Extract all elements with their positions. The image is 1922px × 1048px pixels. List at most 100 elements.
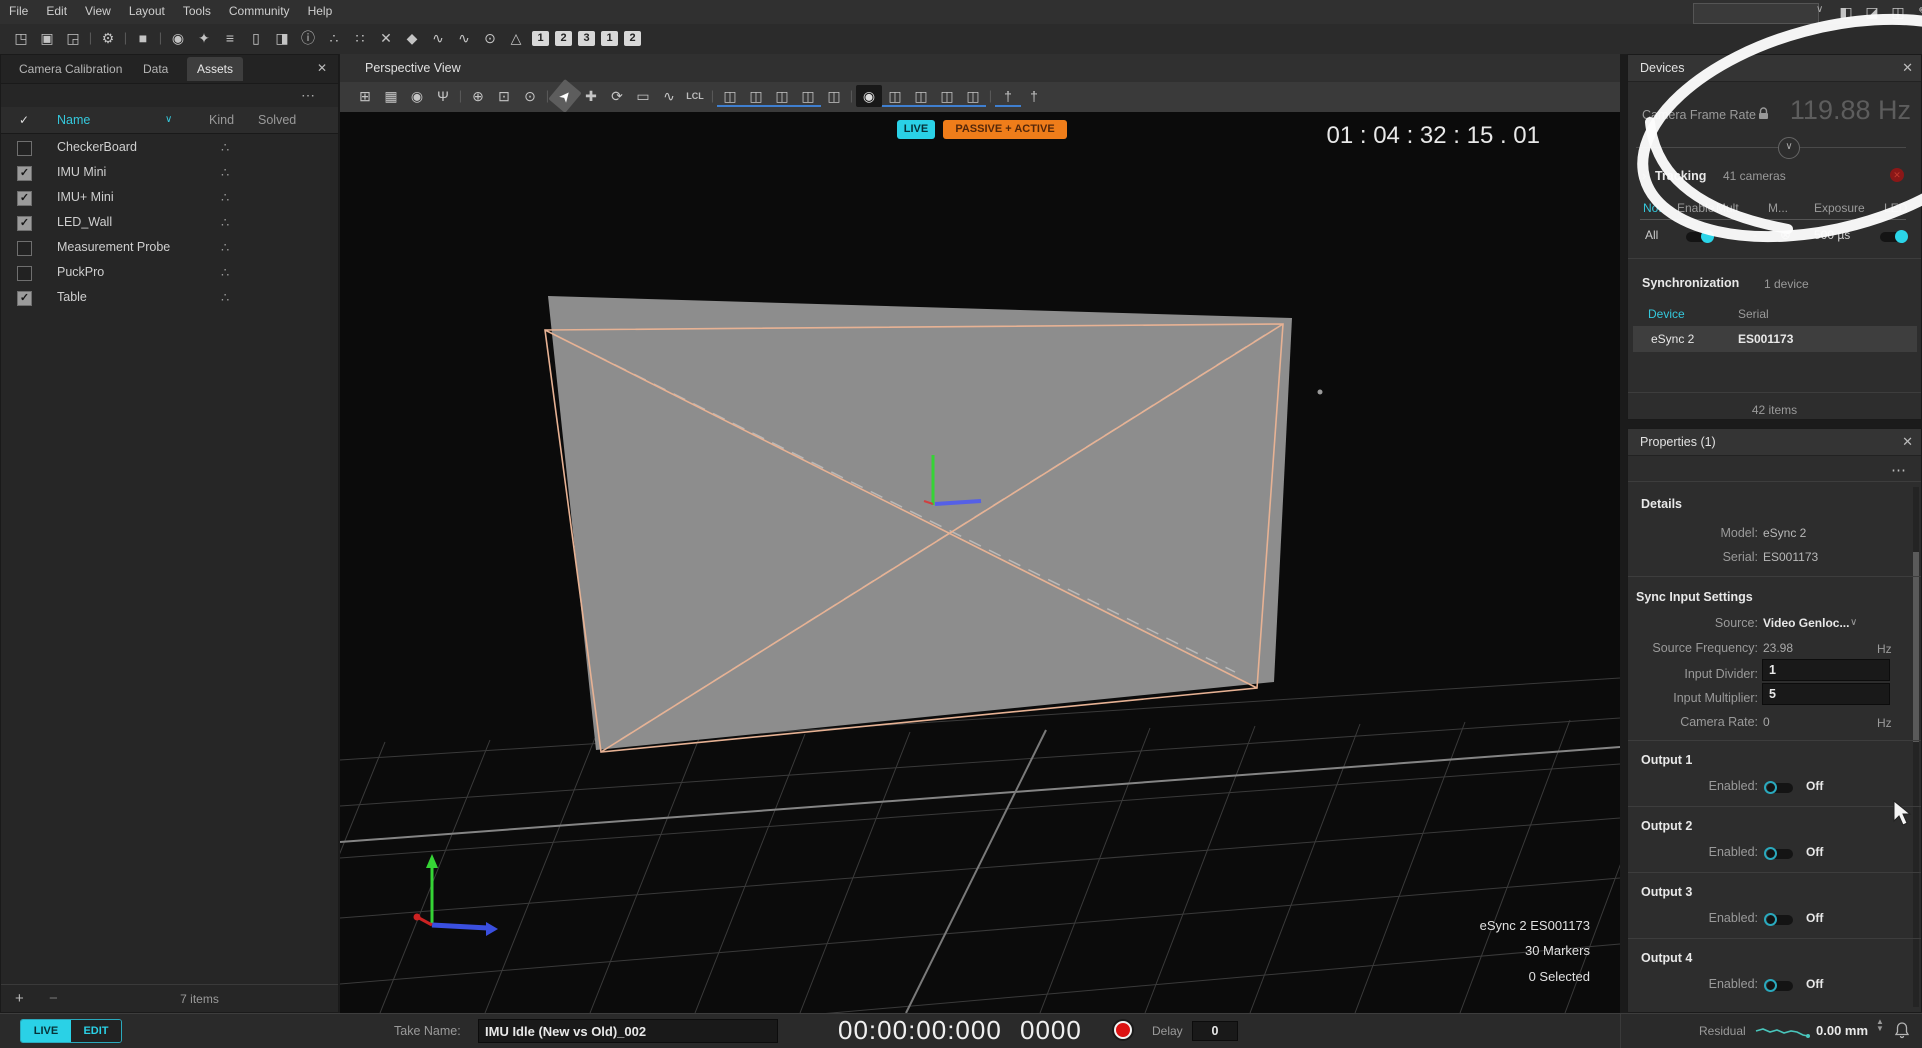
- local-coords-button[interactable]: LCL: [682, 85, 708, 107]
- asset-row[interactable]: ✓ Table ∴: [1, 285, 339, 310]
- properties-close-icon[interactable]: ✕: [1902, 434, 1913, 450]
- mode-reset-icon[interactable]: ⊗: [1780, 227, 1791, 243]
- quick-layout-combo[interactable]: [1693, 3, 1819, 24]
- source-value[interactable]: Video Genloc...: [1763, 616, 1849, 630]
- name-sort-icon[interactable]: ∨: [165, 107, 172, 133]
- add-asset-button[interactable]: +: [15, 985, 24, 1013]
- broadcast-icon[interactable]: ⊙: [477, 27, 503, 49]
- menu-community[interactable]: Community: [220, 0, 299, 18]
- asset-checkbox[interactable]: [17, 141, 32, 156]
- input-divider-field[interactable]: [1762, 659, 1890, 681]
- output-2-toggle[interactable]: [1767, 849, 1793, 859]
- media-icon[interactable]: ◨: [269, 27, 295, 49]
- trash-icon[interactable]: ▯: [243, 27, 269, 49]
- save-as-icon[interactable]: ◲: [60, 27, 86, 49]
- col-exposure[interactable]: Exposure: [1814, 201, 1865, 215]
- asset-checkbox[interactable]: [17, 266, 32, 281]
- menu-file[interactable]: File: [0, 0, 37, 18]
- tab-assets[interactable]: Assets: [187, 57, 243, 81]
- zoom-region-icon[interactable]: ⊙: [517, 85, 543, 107]
- camera-overlay-3-icon[interactable]: ◫: [769, 85, 795, 107]
- edit-mode-button[interactable]: EDIT: [71, 1020, 121, 1042]
- menu-edit[interactable]: Edit: [37, 0, 76, 18]
- scale-tool-icon[interactable]: ▭: [630, 85, 656, 107]
- led-all-toggle[interactable]: [1880, 232, 1906, 242]
- menu-tools[interactable]: Tools: [174, 0, 220, 18]
- synchronization-label[interactable]: Synchronization: [1642, 276, 1739, 290]
- tracking-label[interactable]: Tracking: [1655, 169, 1706, 183]
- properties-scrollbar[interactable]: [1913, 487, 1919, 1007]
- live-edit-toggle[interactable]: LIVE EDIT: [20, 1019, 122, 1043]
- camera-layout-2-button[interactable]: 2: [624, 31, 641, 46]
- rigid-body-icon[interactable]: ∴: [321, 27, 347, 49]
- markers-icon[interactable]: ∷: [347, 27, 373, 49]
- split-view-icon[interactable]: Ψ: [430, 85, 456, 107]
- camera-icon[interactable]: ◉: [165, 27, 191, 49]
- col-no[interactable]: No.: [1643, 201, 1662, 215]
- camera-overlay-5-icon[interactable]: ◫: [821, 85, 847, 107]
- output-1-toggle[interactable]: [1767, 783, 1793, 793]
- graph-1-icon[interactable]: ∿: [425, 27, 451, 49]
- zoom-fit-icon[interactable]: ⊕: [465, 85, 491, 107]
- translate-tool-icon[interactable]: ✚: [578, 85, 604, 107]
- scrollbar-thumb[interactable]: [1913, 552, 1919, 742]
- asset-checkbox[interactable]: ✓: [17, 216, 32, 231]
- delay-input[interactable]: [1192, 1021, 1238, 1041]
- visual-aid-2-icon[interactable]: ◫: [908, 85, 934, 107]
- asset-row[interactable]: Measurement Probe ∴: [1, 235, 339, 260]
- devices-close-icon[interactable]: ✕: [1902, 60, 1913, 76]
- remove-asset-button[interactable]: −: [49, 985, 58, 1013]
- grid-layout-icon[interactable]: ⊞: [352, 85, 378, 107]
- settings-icon[interactable]: ⚙: [95, 27, 121, 49]
- menu-view[interactable]: View: [76, 0, 120, 18]
- col-serial[interactable]: Serial: [1738, 307, 1769, 321]
- col-mode[interactable]: M...: [1768, 201, 1788, 215]
- layers-icon[interactable]: ≡: [217, 27, 243, 49]
- asset-row[interactable]: ✓ LED_Wall ∴: [1, 210, 339, 235]
- asset-row[interactable]: PuckPro ∴: [1, 260, 339, 285]
- asset-row[interactable]: CheckerBoard ∴: [1, 135, 339, 160]
- frame-rate-expander-button[interactable]: ∨: [1778, 137, 1800, 159]
- panel-close-icon[interactable]: ✕: [317, 61, 327, 75]
- asset-checkbox[interactable]: ✓: [17, 166, 32, 181]
- camera-overlay-2-icon[interactable]: ◫: [743, 85, 769, 107]
- asset-checkbox[interactable]: ✓: [17, 191, 32, 206]
- graph-2-icon[interactable]: ∿: [451, 27, 477, 49]
- panel-menu-icon[interactable]: ⋯: [301, 87, 316, 104]
- camera-overlay-1-icon[interactable]: ◫: [717, 85, 743, 107]
- wand-icon[interactable]: ✦: [191, 27, 217, 49]
- panel-list-icon[interactable]: ◧: [1833, 1, 1859, 23]
- layout-3-button[interactable]: 3: [578, 31, 595, 46]
- take-name-input[interactable]: [478, 1019, 778, 1043]
- output-3-toggle[interactable]: [1767, 915, 1793, 925]
- column-solved[interactable]: Solved: [258, 107, 296, 133]
- camera-overlay-4-icon[interactable]: ◫: [795, 85, 821, 107]
- col-led[interactable]: LED: [1884, 201, 1907, 215]
- eye-visibility-icon[interactable]: ◉: [856, 85, 882, 107]
- menu-help[interactable]: Help: [299, 0, 342, 18]
- tools-icon[interactable]: ✕: [373, 27, 399, 49]
- asset-row[interactable]: ✓ IMU Mini ∴: [1, 160, 339, 185]
- column-name[interactable]: Name: [57, 107, 90, 133]
- tag-icon[interactable]: ◆: [399, 27, 425, 49]
- col-device[interactable]: Device: [1648, 307, 1685, 321]
- tracking-chevron-icon[interactable]: ›: [1642, 168, 1646, 183]
- zoom-selection-icon[interactable]: ⊡: [491, 85, 517, 107]
- tab-camera-calibration[interactable]: Camera Calibration: [9, 57, 132, 81]
- exposure-all-value[interactable]: 500 µs: [1814, 228, 1850, 242]
- output-4-toggle[interactable]: [1767, 981, 1793, 991]
- skeleton-1-icon[interactable]: †: [995, 85, 1021, 107]
- layout-2-button[interactable]: 2: [555, 31, 572, 46]
- visual-aid-1-icon[interactable]: ◫: [882, 85, 908, 107]
- sync-device-row[interactable]: eSync 2 ES001173: [1633, 326, 1917, 352]
- graph-tool-icon[interactable]: ∿: [656, 85, 682, 107]
- check-column-icon[interactable]: ✓: [19, 107, 29, 133]
- col-enable[interactable]: Enable: [1677, 201, 1714, 215]
- info-icon[interactable]: ⓘ: [295, 27, 321, 49]
- enable-all-toggle[interactable]: [1686, 232, 1712, 242]
- menu-layout[interactable]: Layout: [120, 0, 174, 18]
- save-icon[interactable]: ▣: [34, 27, 60, 49]
- tab-data[interactable]: Data: [133, 57, 178, 81]
- open-project-icon[interactable]: ◳: [8, 27, 34, 49]
- properties-menu-icon[interactable]: ⋯: [1891, 461, 1907, 479]
